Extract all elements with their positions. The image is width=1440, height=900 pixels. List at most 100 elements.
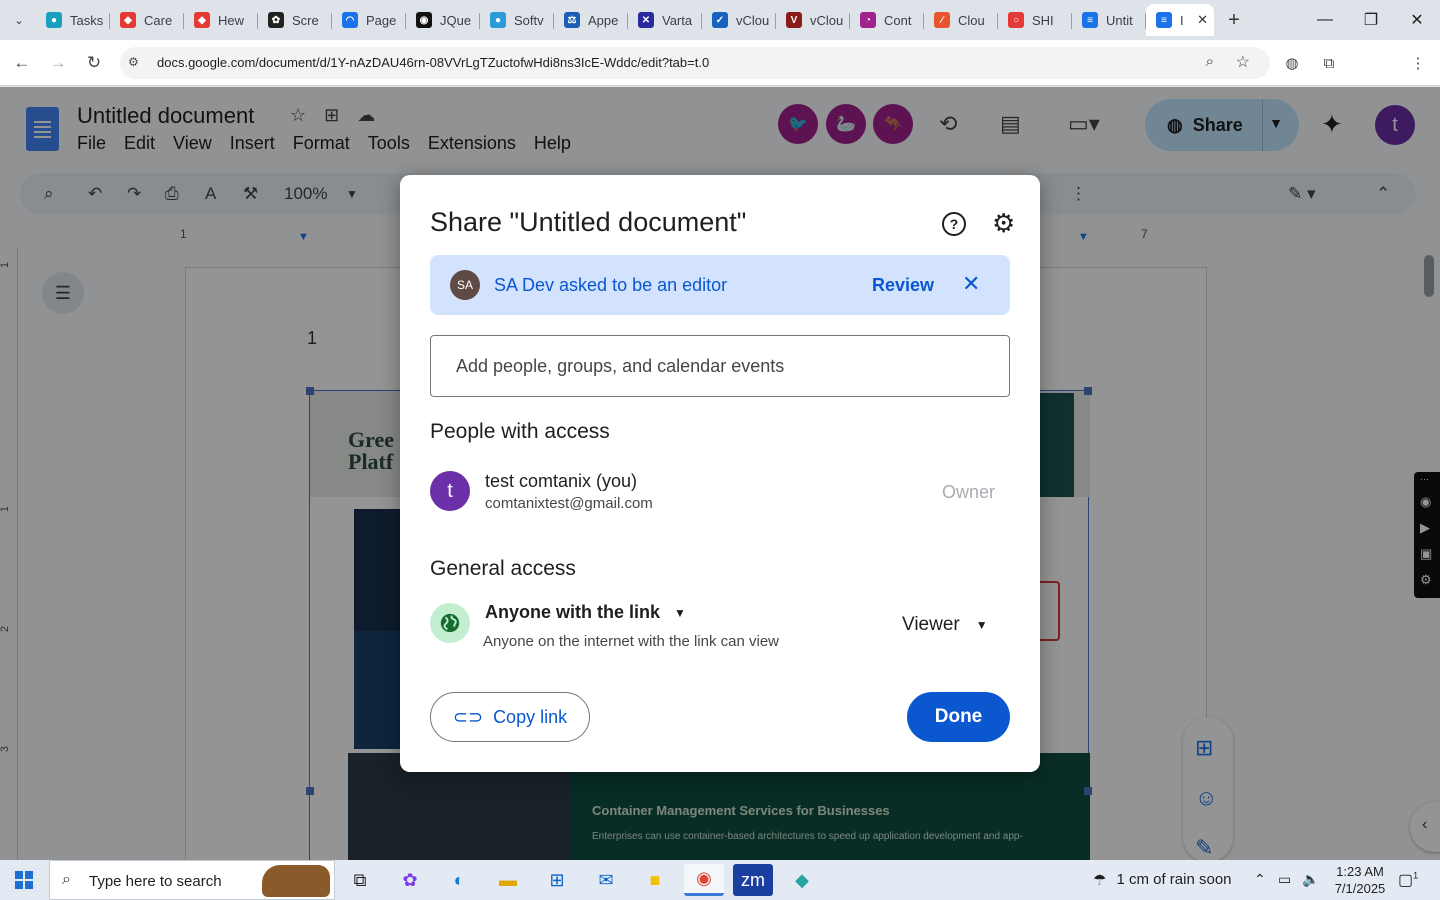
tab-label: Hew <box>218 12 245 28</box>
access-request-banner: SA SA Dev asked to be an editor Review ✕ <box>430 255 1010 315</box>
tab-favicon-icon: V <box>786 12 802 28</box>
tab-label: vClou <box>736 12 770 28</box>
browser-tab[interactable]: ⚖ Appe <box>554 4 628 36</box>
copy-link-label: Copy link <box>493 706 568 727</box>
browser-tab[interactable]: ✿ Scre <box>258 4 332 36</box>
network-icon[interactable]: ▭ <box>1278 871 1291 888</box>
clock-time: 1:23 AM <box>1336 864 1384 879</box>
app-icon[interactable]: ◆ <box>782 864 822 896</box>
translate-icon[interactable]: ◍ <box>1281 52 1303 74</box>
tab-label: Appe <box>588 12 619 28</box>
general-access-dropdown[interactable]: Anyone with the link ▼ <box>485 602 686 623</box>
browser-tab[interactable]: ≡ I ✕ <box>1146 4 1214 36</box>
tab-favicon-icon: ◔ <box>860 12 876 28</box>
tab-favicon-icon: ◆ <box>120 12 136 28</box>
browser-tab-strip: ⌄ ● Tasks ◆ Care ◆ Hew ✿ Scre ◠ Page ◉ JQue ● Softv ⚖ A… <box>0 0 1440 40</box>
new-tab-button[interactable]: + <box>1222 8 1246 32</box>
browser-tab[interactable]: ◔ Cont <box>850 4 924 36</box>
taskbar-search[interactable]: ⌕ Type here to search <box>49 860 335 900</box>
edge-icon[interactable]: ◐ <box>439 864 479 896</box>
file-explorer-icon[interactable]: ▬ <box>488 864 528 896</box>
tab-label: Cont <box>884 12 912 28</box>
task-view-icon[interactable]: ⧉ <box>340 864 380 896</box>
tab-label: Clou <box>958 12 985 28</box>
browser-tab[interactable]: ✓ vClou <box>702 4 776 36</box>
general-access-heading: General access <box>430 557 576 580</box>
show-hidden-icons[interactable]: ⌃ <box>1254 871 1266 888</box>
browser-tab[interactable]: ○ SHI <box>998 4 1072 36</box>
close-tab-icon[interactable]: ✕ <box>1197 12 1208 28</box>
add-people-input[interactable] <box>430 335 1010 397</box>
done-button[interactable]: Done <box>907 692 1010 742</box>
windows-logo-icon <box>15 871 33 889</box>
volume-icon[interactable]: 🔈 <box>1302 871 1319 888</box>
tab-search-button[interactable]: ⌄ <box>6 8 32 32</box>
zoom-app-icon[interactable]: zm <box>733 864 773 896</box>
tab-label: Page <box>366 12 397 28</box>
link-icon: ⊂⊃ <box>452 706 484 727</box>
mail-icon[interactable]: ✉ <box>586 864 626 896</box>
chrome-icon[interactable]: ◉ <box>684 864 724 896</box>
site-info-icon[interactable]: ⚙ <box>128 55 144 71</box>
address-bar[interactable]: ⚙ docs.google.com/document/d/1Y-nAzDAU46… <box>120 47 1270 79</box>
notification-count: 1 <box>1413 870 1419 881</box>
browser-tab[interactable]: ◆ Care <box>110 4 184 36</box>
browser-tab[interactable]: ≡ Untit <box>1072 4 1146 36</box>
copy-link-button[interactable]: ⊂⊃ Copy link <box>430 692 590 742</box>
owner-name: test comtanix (you) <box>485 471 638 491</box>
reload-button[interactable]: ↻ <box>82 51 106 75</box>
browser-tab[interactable]: ◉ JQue <box>406 4 480 36</box>
tab-favicon-icon: ✕ <box>638 12 654 28</box>
owner-role: Owner <box>942 482 996 502</box>
tab-label: Varta <box>662 12 693 28</box>
forward-button[interactable]: → <box>46 51 70 75</box>
tab-label: Care <box>144 12 173 28</box>
browser-tab[interactable]: ● Softv <box>480 4 554 36</box>
general-access-scope: Anyone with the link <box>485 602 661 622</box>
system-clock[interactable]: 1:23 AM 7/1/2025 <box>1330 863 1390 897</box>
owner-email: comtanixtest@gmail.com <box>485 495 653 512</box>
browser-tab[interactable]: ◠ Page <box>332 4 406 36</box>
restore-button[interactable]: ❐ <box>1348 0 1394 40</box>
tab-label: Untit <box>1106 12 1133 28</box>
tab-favicon-icon: ◉ <box>416 12 432 28</box>
tab-label: I <box>1180 12 1184 28</box>
microsoft-store-icon[interactable]: ⊞ <box>537 864 577 896</box>
close-window-button[interactable]: ✕ <box>1394 0 1440 40</box>
browser-tab[interactable]: ✕ Varta <box>628 4 702 36</box>
browser-tab[interactable]: VvClou <box>776 4 850 36</box>
zoom-icon[interactable]: ⌕ <box>1206 53 1214 70</box>
tab-label: Scre <box>292 12 319 28</box>
search-icon: ⌕ <box>62 871 71 888</box>
search-placeholder: Type here to search <box>89 873 222 890</box>
role-value: Viewer <box>902 614 960 635</box>
copilot-icon[interactable]: ✿ <box>390 864 430 896</box>
weather-text: 1 cm of rain soon <box>1116 871 1232 888</box>
notification-center-icon[interactable]: ▢1 <box>1398 870 1418 890</box>
back-button[interactable]: ← <box>10 51 34 75</box>
chevron-down-icon: ▼ <box>975 618 988 632</box>
browser-tab[interactable]: ∕ Clou <box>924 4 998 36</box>
browser-tab[interactable]: ● Tasks <box>36 4 110 36</box>
review-button[interactable]: Review <box>872 275 934 296</box>
tab-favicon-icon: ∕ <box>934 12 950 28</box>
start-button[interactable] <box>0 860 48 900</box>
weather-widget[interactable]: ☂ 1 cm of rain soon <box>1093 871 1232 889</box>
help-icon[interactable]: ? <box>942 212 966 236</box>
close-icon[interactable]: ✕ <box>962 271 980 297</box>
bookmark-star-icon[interactable]: ☆ <box>1236 52 1250 72</box>
requester-avatar: SA <box>450 270 480 300</box>
url-text: docs.google.com/document/d/1Y-nAzDAU46rn… <box>157 55 710 70</box>
minimize-button[interactable]: — <box>1302 0 1348 40</box>
browser-tab[interactable]: ◆ Hew <box>184 4 258 36</box>
dialog-title: Share "Untitled document" <box>430 207 747 237</box>
gear-icon[interactable]: ⚙ <box>992 208 1015 239</box>
search-highlight-image <box>262 865 330 897</box>
tab-favicon-icon: ✿ <box>268 12 284 28</box>
tab-favicon-icon: ⚖ <box>564 12 580 28</box>
sticky-notes-icon[interactable]: ■ <box>635 864 675 896</box>
extensions-icon[interactable]: ⧉ <box>1318 52 1340 74</box>
role-dropdown[interactable]: Viewer ▼ <box>902 614 988 636</box>
browser-menu-icon[interactable]: ⋮ <box>1407 52 1429 74</box>
address-toolbar: ← → ↻ ⚙ docs.google.com/document/d/1Y-nA… <box>0 40 1440 113</box>
